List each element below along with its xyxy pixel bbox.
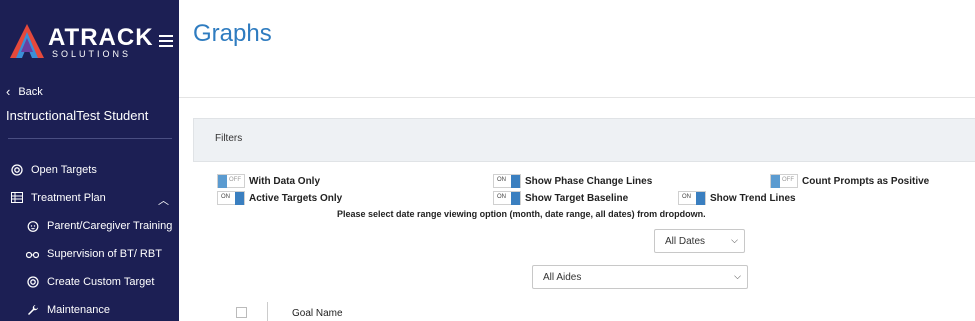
sidebar-item-parent-training[interactable]: Parent/Caregiver Training: [26, 219, 179, 232]
goals-table-header: Goal Name: [193, 300, 975, 321]
menu-toggle-icon[interactable]: [159, 35, 173, 47]
sidebar-item-label: Supervision of BT/ RBT: [47, 247, 162, 260]
date-range-value: All Dates: [665, 235, 706, 247]
target-baseline-toggle[interactable]: ON: [493, 191, 521, 205]
sidebar-item-maintenance[interactable]: Maintenance: [26, 303, 179, 316]
date-range-select[interactable]: All Dates ⌵: [654, 229, 745, 253]
chevron-down-icon: ⌵: [731, 235, 738, 245]
chevron-left-icon: ‹: [6, 84, 11, 99]
sidebar-item-supervision[interactable]: Supervision of BT/ RBT: [26, 247, 179, 260]
main-content: Graphs Filters OFF With Data Only ON Act…: [179, 0, 975, 321]
back-label: Back: [18, 85, 43, 98]
target-baseline-filter: ON Show Target Baseline: [493, 191, 628, 205]
sidebar-item-label: Parent/Caregiver Training: [47, 219, 173, 232]
with-data-only-filter: OFF With Data Only: [217, 174, 320, 188]
sidebar-item-label: Maintenance: [47, 303, 110, 316]
phase-change-lines-toggle[interactable]: ON: [493, 174, 521, 188]
back-link[interactable]: ‹ Back: [6, 84, 43, 99]
sidebar-item-open-targets[interactable]: Open Targets: [10, 163, 170, 176]
sidebar-divider: [8, 138, 172, 139]
filters-label: Filters: [215, 133, 243, 144]
filters-panel-header[interactable]: Filters: [193, 118, 975, 162]
wrench-icon: [26, 303, 39, 316]
sidebar-item-label: Open Targets: [31, 163, 97, 176]
chevron-down-icon: ⌵: [734, 271, 741, 281]
toggle-label: Count Prompts as Positive: [802, 175, 930, 187]
student-name: InstructionalTest Student: [6, 108, 149, 123]
active-targets-only-filter: ON Active Targets Only: [217, 191, 342, 205]
header-divider: [179, 97, 975, 98]
chevron-up-icon[interactable]: ︿: [158, 192, 169, 208]
target-icon: [10, 163, 23, 176]
toggle-label: Show Target Baseline: [525, 192, 629, 204]
target-icon: [26, 275, 39, 288]
active-targets-only-toggle[interactable]: ON: [217, 191, 245, 205]
sidebar-item-label: Create Custom Target: [47, 275, 155, 288]
page-title: Graphs: [193, 20, 272, 47]
sidebar: ATRACK SOLUTIONS ‹ Back InstructionalTes…: [0, 0, 179, 321]
sidebar-item-label: Treatment Plan: [31, 191, 106, 204]
with-data-only-toggle[interactable]: OFF: [217, 174, 245, 188]
trend-lines-filter: ON Show Trend Lines: [678, 191, 796, 205]
glasses-icon: [26, 247, 39, 260]
baby-icon: [26, 219, 39, 232]
app-window: ATRACK SOLUTIONS ‹ Back InstructionalTes…: [0, 0, 975, 321]
trend-lines-toggle[interactable]: ON: [678, 191, 706, 205]
phase-change-lines-filter: ON Show Phase Change Lines: [493, 174, 652, 188]
toggle-label: Active Targets Only: [249, 192, 343, 204]
sidebar-item-treatment-plan[interactable]: Treatment Plan: [10, 191, 170, 204]
logo-subtext: SOLUTIONS: [52, 49, 132, 59]
date-range-instructions: Please select date range viewing option …: [337, 209, 706, 219]
aide-select[interactable]: All Aides ⌵: [532, 265, 748, 289]
select-all-checkbox[interactable]: [236, 307, 247, 318]
toggle-label: Show Trend Lines: [710, 192, 796, 204]
count-prompts-toggle[interactable]: OFF: [770, 174, 798, 188]
aide-value: All Aides: [543, 271, 582, 283]
goal-name-column-header[interactable]: Goal Name: [292, 308, 343, 319]
column-divider: [267, 302, 268, 321]
logo-mark-icon: [10, 24, 44, 58]
sidebar-item-create-custom-target[interactable]: Create Custom Target: [26, 275, 179, 288]
table-icon: [10, 191, 23, 204]
logo-text: ATRACK: [48, 24, 154, 51]
count-prompts-filter: OFF Count Prompts as Positive: [770, 174, 929, 188]
atrack-logo[interactable]: ATRACK SOLUTIONS: [8, 22, 158, 62]
toggle-label: Show Phase Change Lines: [525, 175, 653, 187]
toggle-label: With Data Only: [249, 175, 321, 187]
